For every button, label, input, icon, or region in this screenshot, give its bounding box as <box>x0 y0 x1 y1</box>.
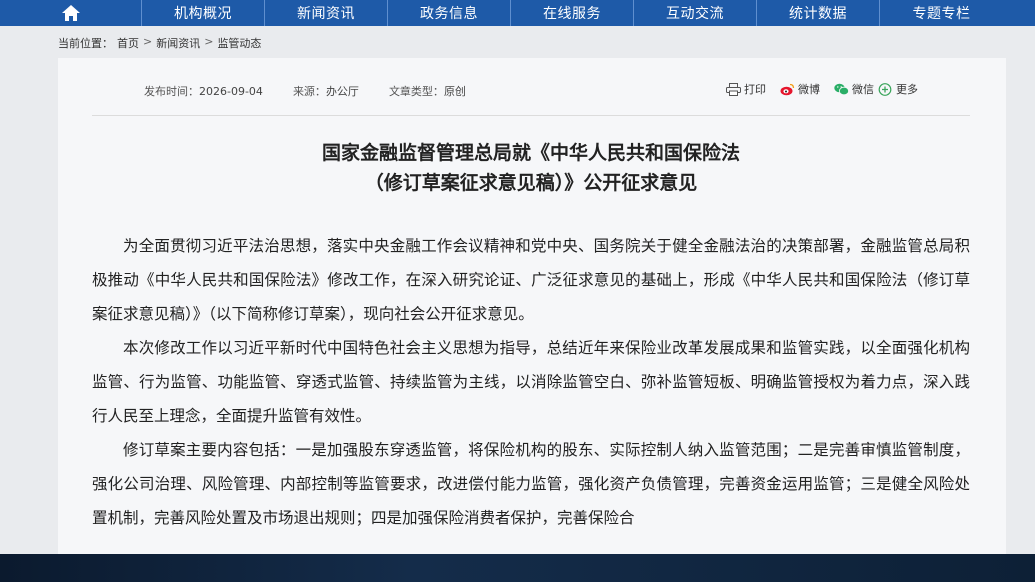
article-paragraph: 本次修改工作以习近平新时代中国特色社会主义思想为指导，总结近年来保险业改革发展成… <box>92 339 970 425</box>
breadcrumb: 当前位置： 首页 > 新闻资讯 > 监管动态 <box>58 35 261 51</box>
breadcrumb-prefix: 当前位置： <box>58 37 113 50</box>
article-paragraph: 修订草案主要内容包括：一是加强股东穿透监管，将保险机构的股东、实际控制人纳入监管… <box>92 441 970 527</box>
nav-item-zhengwu[interactable]: 政务信息 <box>388 0 511 26</box>
breadcrumb-separator: > <box>143 35 153 48</box>
breadcrumb-home[interactable]: 首页 <box>117 35 139 51</box>
wechat-button[interactable]: 微信 <box>834 81 874 97</box>
article-meta: 发布时间：2026-09-04 来源：办公厅 文章类型：原创 <box>144 83 466 99</box>
bottom-band <box>0 554 1035 582</box>
nav-item-zhuanti[interactable]: 专题专栏 <box>880 0 1003 26</box>
breadcrumb-news[interactable]: 新闻资讯 <box>156 35 200 51</box>
type-value: 原创 <box>443 85 466 98</box>
article-paragraph: 为全面贯彻习近平法治思想，落实中央金融工作会议精神和党中央、国务院关于健全金融法… <box>92 237 970 323</box>
wechat-label: 微信 <box>852 83 874 96</box>
publish-date-value: 2026-09-04 <box>199 85 263 98</box>
article-source: 来源：办公厅 <box>293 83 359 99</box>
weibo-icon <box>780 83 795 95</box>
home-icon <box>61 5 80 21</box>
wechat-icon <box>834 83 849 95</box>
publish-date: 发布时间：2026-09-04 <box>144 83 263 99</box>
nav-item-jigou[interactable]: 机构概况 <box>142 0 265 26</box>
more-label: 更多 <box>896 83 918 96</box>
article-type: 文章类型：原创 <box>389 83 466 99</box>
article-body: 为全面贯彻习近平法治思想，落实中央金融工作会议精神和党中央、国务院关于健全金融法… <box>92 229 970 535</box>
source-value: 办公厅 <box>325 85 359 98</box>
article-title: 国家金融监督管理总局就《中华人民共和国保险法 （修订草案征求意见稿）》公开征求意… <box>92 138 970 198</box>
breadcrumb-separator: > <box>204 35 214 48</box>
print-button[interactable]: 打印 <box>726 81 766 97</box>
plus-circle-icon <box>878 82 892 96</box>
nav-item-xinwen[interactable]: 新闻资讯 <box>265 0 388 26</box>
print-label: 打印 <box>744 83 766 96</box>
nav-item-zaixian[interactable]: 在线服务 <box>511 0 634 26</box>
weibo-button[interactable]: 微博 <box>780 81 820 97</box>
source-label: 来源： <box>292 85 326 98</box>
top-navigation: 机构概况 新闻资讯 政务信息 在线服务 互动交流 统计数据 专题专栏 <box>0 0 1035 26</box>
publish-date-label: 发布时间： <box>144 85 199 98</box>
weibo-label: 微博 <box>798 83 820 96</box>
article-title-line-2: （修订草案征求意见稿）》公开征求意见 <box>364 172 698 194</box>
more-button[interactable]: 更多 <box>878 81 918 97</box>
article-title-line-1: 国家金融监督管理总局就《中华人民共和国保险法 <box>321 142 740 164</box>
home-button[interactable] <box>0 0 142 26</box>
nav-item-hudong[interactable]: 互动交流 <box>634 0 757 26</box>
type-label: 文章类型： <box>388 85 444 98</box>
divider <box>92 115 970 116</box>
breadcrumb-current[interactable]: 监管动态 <box>217 35 261 51</box>
share-toolbar: 打印 微博 微信 更多 <box>726 81 918 97</box>
nav-item-tongji[interactable]: 统计数据 <box>757 0 880 26</box>
article-panel: 发布时间：2026-09-04 来源：办公厅 文章类型：原创 打印 微博 微信 … <box>58 58 1006 558</box>
printer-icon <box>726 82 741 96</box>
